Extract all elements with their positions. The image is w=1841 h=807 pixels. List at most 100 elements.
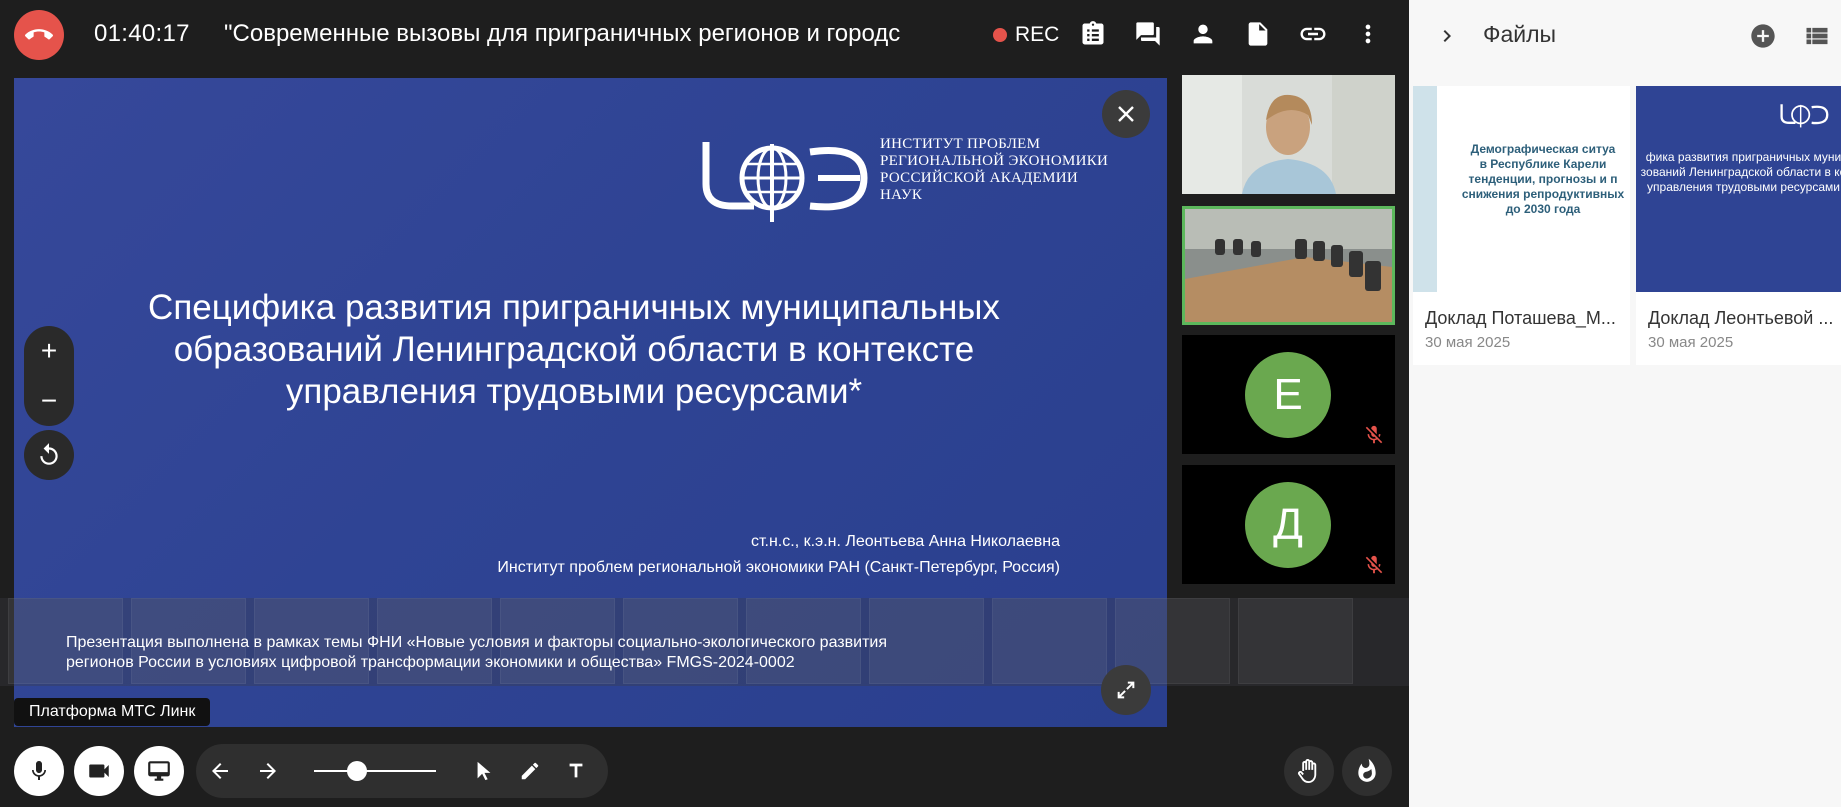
institute-line: РОССИЙСКОЙ АКАДЕМИИ: [880, 170, 1079, 186]
participant-video-tile[interactable]: [1182, 206, 1395, 325]
preview-line: управления трудовыми ресурсами: [1647, 180, 1840, 194]
list-view-button[interactable]: [1803, 22, 1831, 50]
expand-icon: [1117, 681, 1135, 699]
more-vertical-icon: [1365, 24, 1371, 44]
hangup-button[interactable]: [14, 10, 64, 60]
presentation-tools: [196, 744, 608, 798]
chat-button[interactable]: [1131, 17, 1165, 51]
zoom-in-button[interactable]: +: [24, 326, 74, 376]
file-name: Доклад Поташева_М...: [1425, 308, 1616, 328]
slide-thumbnail[interactable]: [992, 598, 1107, 684]
author-name: ст.н.с., к.э.н. Леонтьева Анна Николаевн…: [750, 533, 1060, 550]
arrow-right-icon: [260, 763, 276, 779]
app-window: 01:40:17 "Современные вызовы для пригран…: [0, 0, 1841, 807]
file-preview-text: Демографическая ситуа в Республике Карел…: [1443, 142, 1630, 217]
pointer-tool-button[interactable]: [468, 755, 500, 787]
author-affiliation: Институт проблем региональной экономики …: [497, 559, 1060, 576]
microphone-icon: [32, 761, 46, 780]
files-panel: Файлы Демографическая ситуа в Республике…: [1409, 0, 1841, 807]
chat-icon: [1136, 22, 1160, 46]
ipre-ras-logo-icon: [1780, 104, 1829, 128]
chevron-right-icon: [1443, 30, 1451, 42]
camera-button[interactable]: [74, 746, 124, 796]
slide-thumbnail[interactable]: [1238, 598, 1353, 684]
agenda-button[interactable]: [1076, 17, 1110, 51]
preview-line: зований Ленинградской области в ко: [1640, 165, 1841, 179]
next-slide-button[interactable]: [252, 755, 284, 787]
video-camera-icon: [89, 764, 109, 778]
participant-video-tile[interactable]: [1182, 75, 1395, 194]
file-icon: [1248, 22, 1268, 46]
institute-line: НАУК: [880, 187, 923, 203]
participant-avatar-tile[interactable]: Д: [1182, 465, 1395, 584]
microphone-button[interactable]: [14, 746, 64, 796]
flame-icon: [1358, 758, 1376, 782]
file-preview-text: фика развития приграничных муни зований …: [1636, 150, 1841, 195]
preview-line: Демографическая ситуа: [1470, 142, 1616, 156]
participant-avatar: Д: [1245, 482, 1331, 568]
hand-icon: [1298, 759, 1317, 784]
mic-off-icon: [1365, 555, 1383, 574]
person-icon: [1193, 24, 1213, 44]
recording-indicator: REC: [993, 23, 1059, 47]
participant-video: [1182, 75, 1395, 194]
participants-button[interactable]: [1186, 17, 1220, 51]
close-presentation-button[interactable]: [1102, 90, 1150, 138]
zoom-slider-track[interactable]: [314, 770, 436, 772]
previous-slide-button[interactable]: [204, 755, 236, 787]
preview-line: до 2030 года: [1505, 202, 1581, 216]
zoom-out-button[interactable]: −: [24, 376, 74, 426]
more-options-button[interactable]: [1351, 17, 1385, 51]
preview-line: в Республике Карели: [1479, 157, 1607, 171]
add-circle-icon: [1751, 24, 1775, 48]
fullscreen-button[interactable]: [1101, 665, 1151, 715]
text-icon: [569, 763, 583, 778]
bottom-toolbar: [0, 742, 1409, 800]
file-preview: Демографическая ситуа в Республике Карел…: [1413, 86, 1630, 292]
footnote-line: регионов России в условиях цифровой тран…: [66, 654, 795, 671]
slide-title-line: управления трудовыми ресурсами*: [285, 372, 863, 411]
reactions-button[interactable]: [1342, 746, 1392, 796]
file-date: 30 мая 2025: [1425, 334, 1511, 351]
files-title: Файлы: [1483, 21, 1557, 47]
rec-label: REC: [1015, 23, 1060, 46]
file-card[interactable]: фика развития приграничных муни зований …: [1636, 86, 1841, 365]
copy-link-button[interactable]: [1296, 17, 1330, 51]
slide-title-line: образований Ленинградской области в конт…: [173, 330, 975, 369]
pencil-icon: [521, 762, 539, 780]
files-button[interactable]: [1241, 17, 1275, 51]
file-preview: фика развития приграничных муни зований …: [1636, 86, 1841, 292]
file-card[interactable]: Демографическая ситуа в Республике Карел…: [1413, 86, 1630, 365]
zoom-control: + −: [24, 326, 74, 426]
raise-hand-button[interactable]: [1284, 746, 1334, 796]
slide-author: ст.н.с., к.э.н. Леонтьева Анна Николаевн…: [497, 529, 1060, 581]
institute-line: ИНСТИТУТ ПРОБЛЕМ: [880, 136, 1041, 152]
call-timer: 01:40:17: [94, 20, 190, 47]
reset-icon: [40, 443, 58, 465]
arrow-left-icon: [212, 763, 228, 779]
slide-title: Специфика развития приграничных муниципа…: [74, 287, 1074, 413]
preview-line: фика развития приграничных муни: [1645, 150, 1841, 164]
zoom-slider-knob[interactable]: [346, 761, 367, 781]
institute-line: РЕГИОНАЛЬНОЙ ЭКОНОМИКИ: [880, 153, 1109, 169]
text-tool-button[interactable]: [560, 755, 592, 787]
slide-title-line: Специфика развития приграничных муниципа…: [148, 288, 1000, 327]
meeting-title: "Современные вызовы для приграничных рег…: [224, 20, 901, 47]
slide-footnote: Презентация выполнена в рамках темы ФНИ …: [66, 633, 887, 673]
ipre-ras-logo-icon: [702, 142, 868, 222]
link-icon: [1300, 27, 1326, 41]
reset-zoom-button[interactable]: [24, 430, 74, 480]
pen-tool-button[interactable]: [514, 755, 546, 787]
participant-avatar-tile[interactable]: Е: [1182, 335, 1395, 454]
add-file-button[interactable]: [1749, 22, 1777, 50]
files-header: Файлы: [1409, 0, 1841, 70]
participant-avatar: Е: [1245, 352, 1331, 438]
screen-share-button[interactable]: [134, 746, 184, 796]
phone-hangup-icon: [25, 29, 53, 40]
footnote-line: Презентация выполнена в рамках темы ФНИ …: [66, 634, 887, 651]
collapse-panel-button[interactable]: [1433, 22, 1461, 50]
mic-off-icon: [1365, 425, 1383, 444]
close-icon: [1118, 106, 1134, 122]
record-dot-icon: [993, 28, 1007, 42]
monitor-icon: [148, 761, 170, 781]
